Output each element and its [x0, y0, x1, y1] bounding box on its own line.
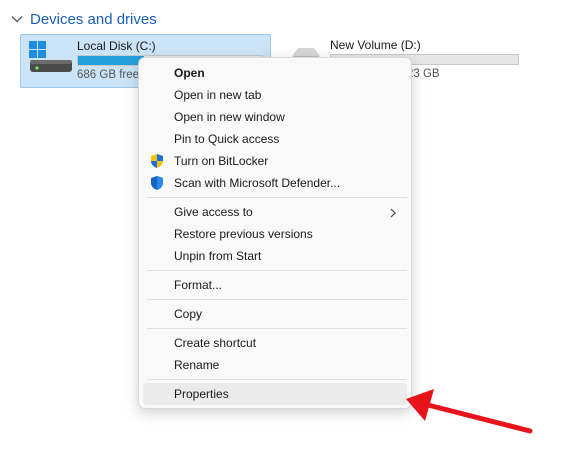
chevron-right-icon: [389, 207, 397, 218]
menu-item-label: Unpin from Start: [174, 249, 262, 263]
usage-bar-fill: [78, 56, 145, 65]
menu-item-label: Give access to: [174, 205, 253, 219]
menu-item-label: Restore previous versions: [174, 227, 313, 241]
defender-shield-icon: [149, 175, 165, 191]
drive-name: Local Disk (C:): [77, 39, 156, 53]
system-drive-icon: [29, 41, 72, 72]
menu-item-rename[interactable]: Rename: [143, 354, 407, 376]
menu-separator: [147, 270, 407, 271]
menu-item-label: Properties: [174, 387, 229, 401]
menu-item-label: Pin to Quick access: [174, 132, 280, 146]
menu-item-give-access-to[interactable]: Give access to: [143, 201, 407, 223]
menu-item-label: Create shortcut: [174, 336, 257, 350]
menu-item-label: Copy: [174, 307, 203, 321]
drive-name: New Volume (D:): [330, 38, 421, 52]
section-title: Devices and drives: [30, 10, 157, 28]
menu-item-unpin-from-start[interactable]: Unpin from Start: [143, 245, 407, 267]
menu-item-copy[interactable]: Copy: [143, 303, 407, 325]
menu-item-open-in-new-tab[interactable]: Open in new tab: [143, 84, 407, 106]
menu-item-label: Rename: [174, 358, 220, 372]
devices-and-drives-header[interactable]: Devices and drives: [10, 8, 157, 30]
menu-item-restore-previous-versions[interactable]: Restore previous versions: [143, 223, 407, 245]
menu-item-label: Scan with Microsoft Defender...: [174, 176, 341, 190]
menu-item-scan-with-microsoft-defender[interactable]: Scan with Microsoft Defender...: [143, 172, 407, 194]
menu-item-create-shortcut[interactable]: Create shortcut: [143, 332, 407, 354]
menu-separator: [147, 328, 407, 329]
menu-item-label: Format...: [174, 278, 223, 292]
context-menu: Open Open in new tab Open in new window Pin…: [138, 57, 412, 409]
menu-item-label: Open in new tab: [174, 88, 262, 102]
menu-separator: [147, 379, 407, 380]
menu-item-label: Open in new window: [174, 110, 285, 124]
menu-item-open-in-new-window[interactable]: Open in new window: [143, 106, 407, 128]
chevron-down-icon: [11, 16, 23, 23]
menu-separator: [147, 197, 407, 198]
menu-item-format[interactable]: Format...: [143, 274, 407, 296]
menu-item-open[interactable]: Open: [143, 62, 407, 84]
menu-item-label: Turn on BitLocker: [174, 154, 269, 168]
menu-item-label: Open: [174, 66, 205, 80]
menu-separator: [147, 299, 407, 300]
free-space-text: 686 GB free: [77, 69, 140, 81]
menu-item-properties[interactable]: Properties: [143, 383, 407, 405]
shield-uac-icon: [149, 153, 165, 169]
menu-item-pin-to-quick-access[interactable]: Pin to Quick access: [143, 128, 407, 150]
menu-item-turn-on-bitlocker[interactable]: Turn on BitLocker: [143, 150, 407, 172]
